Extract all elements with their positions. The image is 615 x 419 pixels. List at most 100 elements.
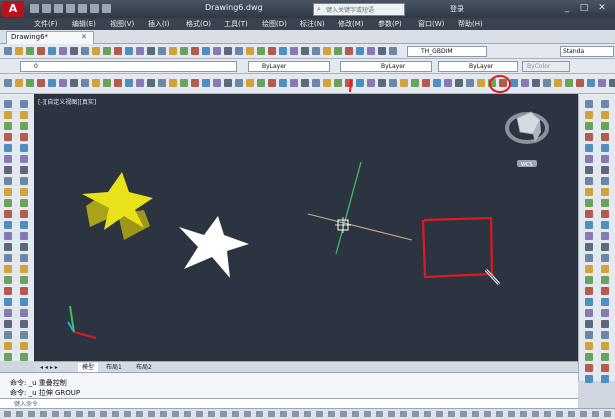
modify-tool-icon[interactable] (601, 287, 609, 295)
modify-tool-icon[interactable] (601, 276, 609, 284)
modify-tool-icon[interactable] (585, 287, 593, 295)
status-toggle-icon[interactable] (232, 411, 239, 417)
status-toggle-icon[interactable] (148, 411, 155, 417)
draw-tool-icon[interactable] (20, 122, 28, 130)
draw-tool-icon[interactable] (20, 111, 28, 119)
draw-tool-icon[interactable] (4, 254, 12, 262)
toolbar-tool-icon[interactable] (323, 47, 331, 55)
linetype-combo[interactable]: ByLayer (340, 61, 432, 72)
modify-tool-icon[interactable] (585, 276, 593, 284)
menu-draw[interactable]: 绘图(D) (262, 18, 287, 30)
tab-layout1[interactable]: 布局1 (106, 363, 122, 372)
draw-tool-icon[interactable] (20, 342, 28, 350)
toolbar-tool-icon[interactable] (4, 47, 12, 55)
modify-tool-icon[interactable] (585, 364, 593, 372)
draw-tool-icon[interactable] (20, 309, 28, 317)
draw-tool-icon[interactable] (4, 221, 12, 229)
toolbar-tool-icon[interactable] (345, 47, 353, 55)
draw-tool-icon[interactable] (20, 177, 28, 185)
modify-tool-icon[interactable] (601, 298, 609, 306)
modify-tool-icon[interactable] (585, 265, 593, 273)
toolbar-tool-icon[interactable] (389, 47, 397, 55)
draw-tool-icon[interactable] (4, 144, 12, 152)
draw-tool-icon[interactable] (20, 199, 28, 207)
modify-tool-icon[interactable] (585, 166, 593, 174)
modify-tool-icon[interactable] (601, 199, 609, 207)
status-toggle-icon[interactable] (472, 411, 479, 417)
menu-file[interactable]: 文件(F) (34, 18, 58, 30)
save-as-icon[interactable] (66, 4, 75, 13)
draw-tool-icon[interactable] (4, 111, 12, 119)
modify-tool-icon[interactable] (601, 188, 609, 196)
toolbar-tool-icon[interactable] (158, 47, 166, 55)
close-icon[interactable]: ✕ (81, 33, 87, 41)
toolbar-tool-icon[interactable] (356, 47, 364, 55)
status-toggle-icon[interactable] (532, 411, 539, 417)
redo-icon[interactable] (102, 4, 111, 13)
status-toggle-icon[interactable] (244, 411, 251, 417)
modify-tool-icon[interactable] (585, 298, 593, 306)
draw-tool-icon[interactable] (4, 122, 12, 130)
draw-tool-icon[interactable] (20, 320, 28, 328)
status-toggle-icon[interactable] (376, 411, 383, 417)
status-toggle-icon[interactable] (208, 411, 215, 417)
modify-tool-icon[interactable] (585, 155, 593, 163)
toolbar-tool-icon[interactable] (114, 47, 122, 55)
draw-tool-icon[interactable] (4, 199, 12, 207)
status-toggle-icon[interactable] (28, 411, 35, 417)
modify-tool-icon[interactable] (585, 221, 593, 229)
draw-tool-icon[interactable] (20, 254, 28, 262)
menu-parametric[interactable]: 参数(P) (378, 18, 402, 30)
toolbar-tool-icon[interactable] (103, 47, 111, 55)
modify-tool-icon[interactable] (585, 320, 593, 328)
draw-tool-icon[interactable] (4, 100, 12, 108)
star-3d[interactable] (82, 172, 153, 240)
status-toggle-icon[interactable] (484, 411, 491, 417)
toolbar-tool-icon[interactable] (59, 47, 67, 55)
modify-tool-icon[interactable] (585, 111, 593, 119)
menu-modify[interactable]: 修改(M) (338, 18, 364, 30)
login-link[interactable]: 登录 (450, 4, 464, 14)
draw-tool-icon[interactable] (20, 276, 28, 284)
star-2d[interactable] (179, 216, 249, 278)
draw-tool-icon[interactable] (4, 166, 12, 174)
new-icon[interactable] (30, 4, 39, 13)
draw-tool-icon[interactable] (20, 265, 28, 273)
modify-tool-icon[interactable] (601, 122, 609, 130)
modify-tool-icon[interactable] (601, 166, 609, 174)
modify-tool-icon[interactable] (601, 144, 609, 152)
maximize-button[interactable]: □ (577, 2, 591, 14)
status-toggle-icon[interactable] (400, 411, 407, 417)
modify-tool-icon[interactable] (601, 309, 609, 317)
modify-tool-icon[interactable] (601, 254, 609, 262)
draw-tool-icon[interactable] (20, 166, 28, 174)
drawing-canvas[interactable]: [-][自定义视图][真实] WCS (34, 94, 578, 361)
draw-tool-icon[interactable] (20, 353, 28, 361)
status-toggle-icon[interactable] (460, 411, 467, 417)
modify-tool-icon[interactable] (585, 342, 593, 350)
viewcube-icon[interactable] (505, 111, 549, 167)
status-toggle-icon[interactable] (160, 411, 167, 417)
status-toggle-icon[interactable] (112, 411, 119, 417)
draw-tool-icon[interactable] (4, 210, 12, 218)
draw-tool-icon[interactable] (20, 298, 28, 306)
draw-tool-icon[interactable] (4, 298, 12, 306)
draw-tool-icon[interactable] (4, 232, 12, 240)
toolbar-tool-icon[interactable] (147, 47, 155, 55)
toolbar-tool-icon[interactable] (136, 47, 144, 55)
status-toggle-icon[interactable] (316, 411, 323, 417)
modify-tool-icon[interactable] (601, 100, 609, 108)
status-toggle-icon[interactable] (328, 411, 335, 417)
draw-tool-icon[interactable] (4, 342, 12, 350)
toolbar-tool-icon[interactable] (279, 47, 287, 55)
draw-tool-icon[interactable] (4, 309, 12, 317)
status-toggle-icon[interactable] (580, 411, 587, 417)
status-toggle-icon[interactable] (52, 411, 59, 417)
draw-tool-icon[interactable] (20, 133, 28, 141)
menu-help[interactable]: 帮助(H) (458, 18, 483, 30)
tab-layout2[interactable]: 布局2 (136, 363, 152, 372)
menu-insert[interactable]: 插入(I) (148, 18, 170, 30)
tab-drawing6[interactable]: Drawing6* ✕ (6, 31, 94, 44)
modify-tool-icon[interactable] (601, 353, 609, 361)
status-toggle-icon[interactable] (280, 411, 287, 417)
